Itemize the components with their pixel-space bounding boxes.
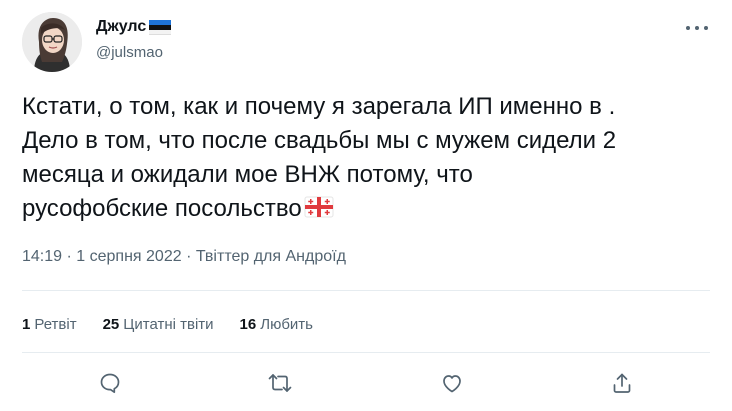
retweets-stat[interactable]: 1 Ретвіт <box>22 316 77 333</box>
tweet-source[interactable]: Твіттер для Андроїд <box>196 248 346 265</box>
meta-separator: · <box>66 248 77 265</box>
retweets-label: Ретвіт <box>34 316 77 333</box>
tweet-actions <box>0 360 732 408</box>
likes-stat[interactable]: 16 Любить <box>240 316 313 333</box>
retweet-icon[interactable] <box>265 368 295 398</box>
share-icon[interactable] <box>607 368 637 398</box>
georgia-flag-icon <box>304 195 334 219</box>
likes-label: Любить <box>260 316 313 333</box>
tweet-line: Дело в том, что после свадьбы мы с мужем… <box>22 127 617 154</box>
divider <box>22 352 710 353</box>
quotes-count: 25 <box>102 316 120 333</box>
like-icon[interactable] <box>437 368 467 398</box>
retweets-count: 1 <box>22 316 31 333</box>
display-name[interactable]: Джулс <box>96 18 172 36</box>
meta-separator: · <box>186 248 196 265</box>
tweet-meta: 14:19 · 1 серпня 2022 · Твіттер для Андр… <box>22 248 346 266</box>
tweet-time[interactable]: 14:19 <box>22 248 62 265</box>
user-handle[interactable]: @julsmao <box>96 44 163 61</box>
tweet-line-last: русофобские посольство <box>22 192 712 226</box>
tweet-card: Джулс @julsmao Кстати, о том, как и поче… <box>0 0 732 411</box>
quotes-label: Цитатні твіти <box>123 316 214 333</box>
quotes-stat[interactable]: 25 Цитатні твіти <box>103 316 214 333</box>
divider <box>22 290 710 291</box>
likes-count: 16 <box>239 316 257 333</box>
tweet-line: Кстати, о том, как и почему я зарегала И… <box>22 93 616 120</box>
display-name-text: Джулс <box>96 18 147 35</box>
tweet-text: Кстати, о том, как и почему я зарегала И… <box>22 90 712 226</box>
reply-icon[interactable] <box>95 368 125 398</box>
tweet-line: русофобские посольство <box>22 195 302 222</box>
tweet-stats: 1 Ретвіт 25 Цитатні твіти 16 Любить <box>22 316 313 333</box>
avatar[interactable] <box>22 12 82 72</box>
estonia-flag-icon <box>149 19 172 35</box>
tweet-line: месяца и ожидали мое ВНЖ потому, что <box>22 161 473 188</box>
tweet-date[interactable]: 1 серпня 2022 <box>76 248 181 265</box>
more-options-icon[interactable] <box>686 18 708 38</box>
